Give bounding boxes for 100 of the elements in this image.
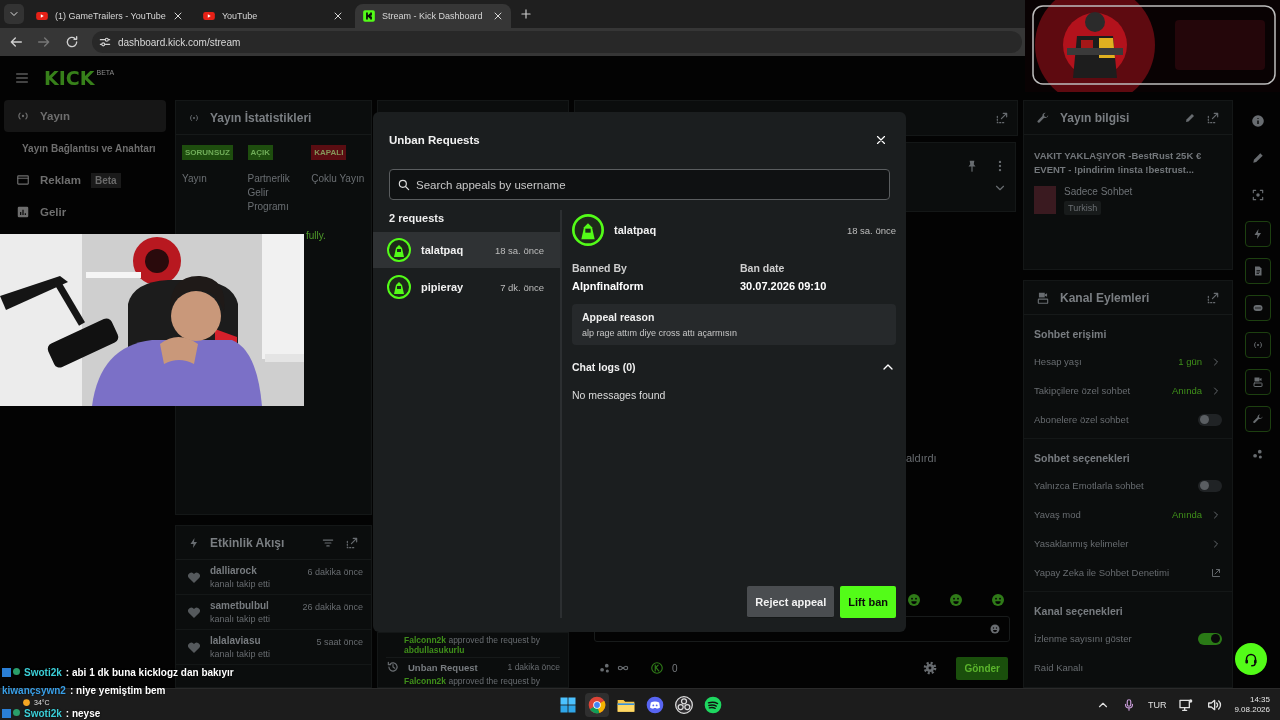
sidebar-item[interactable]: Yayın Bağlantısı ve Anahtarı xyxy=(4,132,166,164)
play-icon xyxy=(201,9,216,23)
chat-text: : neyse xyxy=(65,708,101,719)
tab-search-button[interactable] xyxy=(4,4,24,24)
address-bar[interactable]: dashboard.kick.com/stream xyxy=(92,31,1022,53)
panel-title: Kanal Eylemleri xyxy=(1060,290,1151,305)
request-item[interactable]: talatpaq 18 sa. önce xyxy=(373,232,560,268)
setting-value: Anında xyxy=(1171,509,1202,520)
wrench-icon xyxy=(1252,413,1264,425)
field-label: Ban date xyxy=(740,262,786,274)
info-icon[interactable] xyxy=(1251,114,1265,128)
send-button[interactable]: Gönder xyxy=(956,656,1008,680)
taskbar-app[interactable] xyxy=(584,692,609,717)
search-field[interactable]: Search appeals by username xyxy=(389,169,890,200)
rail-button[interactable] xyxy=(1245,295,1271,321)
rail-button[interactable] xyxy=(1245,258,1271,284)
setting-row[interactable]: İzlenme sayısını göster xyxy=(1034,624,1222,653)
edit-icon[interactable] xyxy=(1184,111,1196,124)
browser-tab[interactable]: Stream - Kick Dashboard xyxy=(354,4,511,28)
panel-title: Yayın İstatistikleri xyxy=(210,110,312,125)
setting-row[interactable]: Yalnızca Emotlarla sohbet xyxy=(1034,471,1222,500)
edit-icon[interactable] xyxy=(1251,151,1265,165)
setting-row[interactable]: Hesap yaşı 1 gün xyxy=(1034,347,1222,376)
section-title: Sohbet seçenekleri xyxy=(1034,451,1131,466)
new-tab-icon[interactable] xyxy=(518,7,533,21)
sidebar-item[interactable]: Yayın xyxy=(4,100,166,132)
empty-message: No messages found xyxy=(572,389,667,401)
setting-value: Anında xyxy=(1171,385,1202,396)
status-badge: AÇIK xyxy=(247,145,274,160)
chat-logs-toggle[interactable]: Chat logs (0) xyxy=(572,359,896,375)
setting-row[interactable]: Raid Kanalı xyxy=(1034,653,1222,682)
popout-icon[interactable] xyxy=(995,111,1009,125)
setting-value: 1 gün xyxy=(1178,356,1202,367)
emote-icon[interactable] xyxy=(906,592,922,608)
toggle-switch[interactable] xyxy=(1198,413,1222,426)
event-time: 26 dakika önce xyxy=(302,602,363,612)
event-action: kanalı takip etti xyxy=(210,614,272,624)
heart-icon xyxy=(186,639,202,655)
forward-icon[interactable] xyxy=(36,34,52,50)
setting-row[interactable]: Yasaklanmış kelimeler xyxy=(1034,529,1222,558)
toggle-switch[interactable] xyxy=(1198,632,1222,645)
rail-button[interactable] xyxy=(1245,369,1271,395)
setting-row[interactable]: Yapay Zeka ile Sohbet Denetimi xyxy=(1034,558,1222,587)
request-time: 18 sa. önce xyxy=(846,224,896,236)
chat-badge-icon xyxy=(13,709,20,716)
avatar-icon xyxy=(572,214,604,246)
emote-icon[interactable] xyxy=(948,592,964,608)
network-icon[interactable] xyxy=(1178,696,1195,713)
setting-row[interactable]: Yavaş mod Anında xyxy=(1034,500,1222,529)
setting-row[interactable]: Abonelere özel sohbet xyxy=(1034,405,1222,434)
username: talatpaq xyxy=(614,224,658,236)
sidebar-item[interactable]: Reklam Beta xyxy=(4,164,166,196)
event-user: lalalaviasu xyxy=(210,635,262,646)
language-indicator[interactable]: TUR xyxy=(1147,699,1167,710)
music-icon xyxy=(702,694,723,715)
clock-date[interactable]: 9.08.2026 xyxy=(1234,705,1270,714)
site-settings-icon[interactable] xyxy=(98,35,112,49)
popout-icon[interactable] xyxy=(345,535,359,550)
browser-icon xyxy=(586,694,607,715)
reload-icon[interactable] xyxy=(64,34,80,50)
status-message: fully. xyxy=(305,230,327,241)
event-action: kanalı takip etti xyxy=(210,649,272,659)
reject-button[interactable]: Reject appeal xyxy=(747,586,835,618)
chat-app-icon xyxy=(644,694,665,715)
popout-icon[interactable] xyxy=(1206,110,1220,125)
chat-icon xyxy=(1252,302,1264,314)
browser-tab[interactable]: (1) GameTrailers - YouTube xyxy=(28,4,191,28)
log-text: Falconn2k approved the request by xyxy=(403,676,542,687)
chat-username: Swoti2k xyxy=(24,708,62,719)
popout-icon[interactable] xyxy=(1206,290,1220,305)
stream-title: VAKIT YAKLAŞIYOR -BestRust 25K € EVENT - !pindirim !insta !bestrust... xyxy=(1033,149,1203,178)
event-user: dalliarock xyxy=(210,565,258,576)
weather-icon[interactable] xyxy=(22,698,31,707)
log-time: 1 dakika önce xyxy=(507,662,560,673)
sidebar-item[interactable]: Gelir xyxy=(4,196,166,228)
focus-icon[interactable] xyxy=(1251,188,1265,202)
setting-row[interactable]: Takipçilere özel sohbet Anında xyxy=(1034,376,1222,405)
back-icon[interactable] xyxy=(8,34,24,50)
settings-icon[interactable] xyxy=(922,660,939,676)
bolt-icon xyxy=(188,536,200,549)
field-value: Alpnfinalform xyxy=(572,280,645,292)
emote-icon[interactable] xyxy=(990,592,1006,608)
emoji-icon[interactable] xyxy=(989,623,1001,635)
clock-time[interactable]: 14:35 xyxy=(1249,695,1270,704)
logo[interactable]: KICK xyxy=(44,68,95,88)
request-item[interactable]: pipieray 7 dk. önce xyxy=(373,269,560,305)
menu-icon[interactable] xyxy=(14,70,30,86)
points-count: 0 xyxy=(672,662,679,674)
field-value: 30.07.2026 09:10 xyxy=(740,280,828,292)
external-link-icon xyxy=(1210,566,1222,579)
dots-icon[interactable] xyxy=(1251,447,1265,461)
toggle-switch[interactable] xyxy=(1198,479,1222,492)
rail-button[interactable] xyxy=(1245,221,1271,247)
language-tag: Turkish xyxy=(1064,200,1102,215)
bolt-icon xyxy=(1252,228,1264,240)
panel-title: Etkinlik Akışı xyxy=(210,535,286,550)
browser-tab[interactable]: YouTube xyxy=(194,4,351,28)
lift-ban-button[interactable]: Lift ban xyxy=(840,586,896,618)
rail-button[interactable] xyxy=(1245,406,1271,432)
camera-icon xyxy=(1252,376,1264,388)
